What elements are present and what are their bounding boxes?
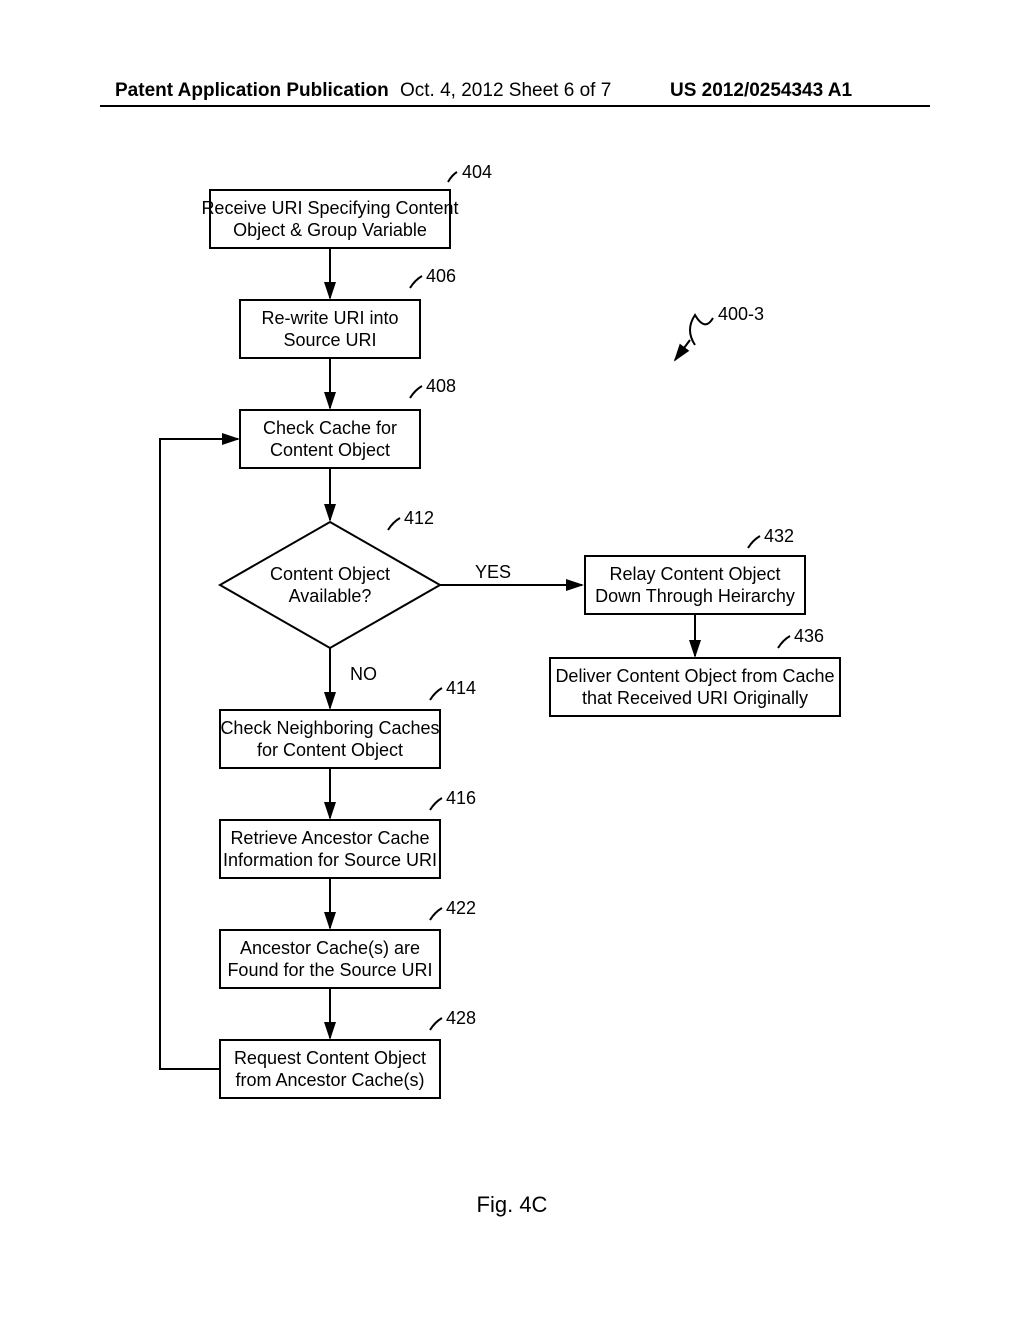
- node-406-line2: Source URI: [283, 330, 376, 350]
- node-416-ref: 416: [446, 788, 476, 808]
- node-422-line2: Found for the Source URI: [227, 960, 432, 980]
- figure-caption: Fig. 4C: [0, 1192, 1024, 1218]
- node-404-line1: Receive URI Specifying Content: [201, 198, 458, 218]
- header-date-sheet: Oct. 4, 2012 Sheet 6 of 7: [400, 80, 611, 102]
- node-408-ref: 408: [426, 376, 456, 396]
- node-408-line1: Check Cache for: [263, 418, 397, 438]
- node-416-line1: Retrieve Ancestor Cache: [230, 828, 429, 848]
- node-422-ref: 422: [446, 898, 476, 918]
- node-432-line2: Down Through Heirarchy: [595, 586, 795, 606]
- node-436-line2: that Received URI Originally: [582, 688, 808, 708]
- node-428-line1: Request Content Object: [234, 1048, 426, 1068]
- node-414-line1: Check Neighboring Caches: [220, 718, 439, 738]
- node-428-ref: 428: [446, 1008, 476, 1028]
- decision-yes-label: YES: [475, 562, 511, 582]
- node-432-line1: Relay Content Object: [609, 564, 780, 584]
- node-412-ref: 412: [404, 508, 434, 528]
- node-428-line2: from Ancestor Cache(s): [235, 1070, 424, 1090]
- node-414-line2: for Content Object: [257, 740, 403, 760]
- node-414-ref: 414: [446, 678, 476, 698]
- decision-no-label: NO: [350, 664, 377, 684]
- node-404-ref: 404: [462, 162, 492, 182]
- node-412-line2: Available?: [289, 586, 372, 606]
- node-412-line1: Content Object: [270, 564, 390, 584]
- node-404-line2: Object & Group Variable: [233, 220, 427, 240]
- header-publication-number: US 2012/0254343 A1: [670, 80, 852, 102]
- node-436-line1: Deliver Content Object from Cache: [555, 666, 834, 686]
- node-432-ref: 432: [764, 526, 794, 546]
- flowchart: Receive URI Specifying Content Object & …: [130, 160, 900, 1200]
- node-406-line1: Re-write URI into: [261, 308, 398, 328]
- node-408-line2: Content Object: [270, 440, 390, 460]
- header-rule: [100, 105, 930, 107]
- page: Patent Application Publication Oct. 4, 2…: [0, 0, 1024, 1320]
- node-436-ref: 436: [794, 626, 824, 646]
- node-422-line1: Ancestor Cache(s) are: [240, 938, 420, 958]
- header-publication-label: Patent Application Publication: [115, 80, 389, 102]
- node-416-line2: Information for Source URI: [223, 850, 437, 870]
- figure-main-ref: 400-3: [718, 304, 764, 324]
- node-406-ref: 406: [426, 266, 456, 286]
